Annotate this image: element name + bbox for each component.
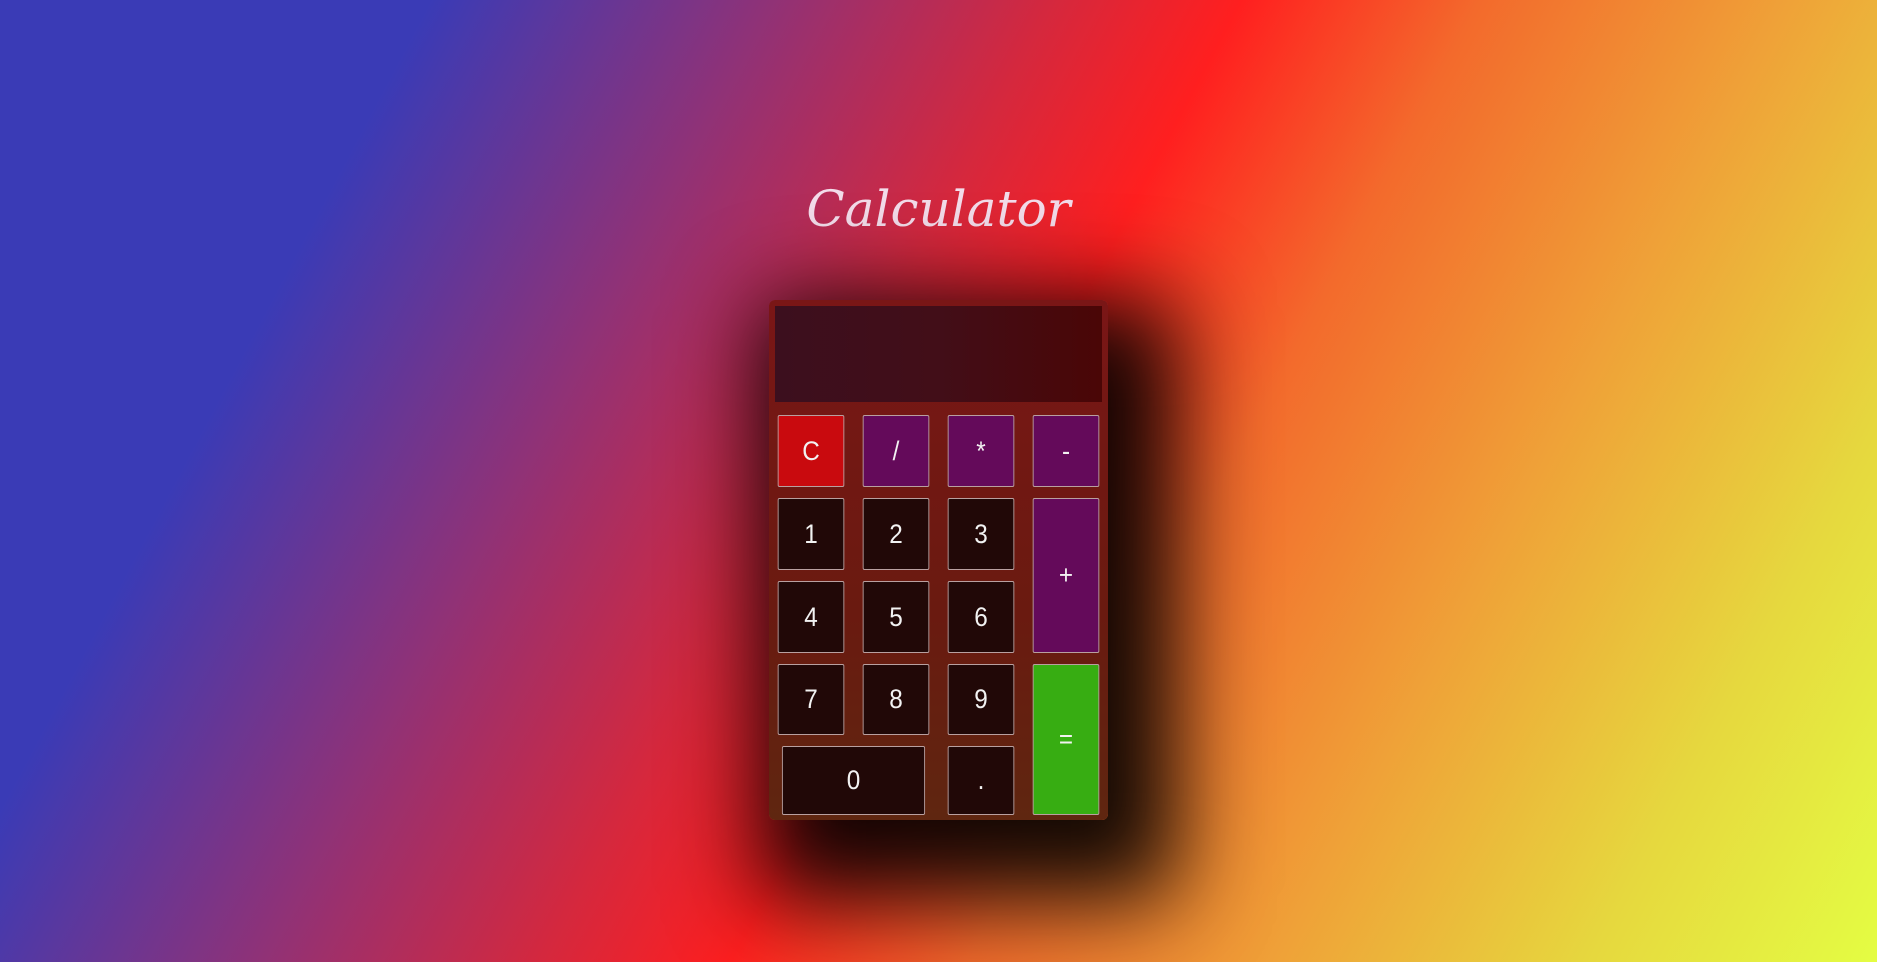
digit-6-button[interactable]: 6 — [947, 581, 1015, 653]
digit-3-button[interactable]: 3 — [947, 498, 1015, 570]
add-button[interactable]: + — [1032, 498, 1100, 653]
divide-button[interactable]: / — [862, 415, 930, 487]
digit-2-button[interactable]: 2 — [862, 498, 930, 570]
calculator-display — [775, 306, 1102, 402]
calculator: C / * - 1 2 3 + 4 5 6 7 8 9 = 0 . — [769, 300, 1108, 820]
subtract-button[interactable]: - — [1032, 415, 1100, 487]
digit-9-button[interactable]: 9 — [947, 664, 1015, 735]
digit-8-button[interactable]: 8 — [862, 664, 930, 735]
decimal-button[interactable]: . — [947, 746, 1015, 815]
page-title: Calculator — [806, 180, 1071, 238]
digit-4-button[interactable]: 4 — [777, 581, 845, 653]
equals-button[interactable]: = — [1032, 664, 1100, 815]
digit-1-button[interactable]: 1 — [777, 498, 845, 570]
digit-5-button[interactable]: 5 — [862, 581, 930, 653]
multiply-button[interactable]: * — [947, 415, 1015, 487]
clear-button[interactable]: C — [777, 415, 845, 487]
digit-0-button[interactable]: 0 — [781, 746, 926, 815]
digit-7-button[interactable]: 7 — [777, 664, 845, 735]
